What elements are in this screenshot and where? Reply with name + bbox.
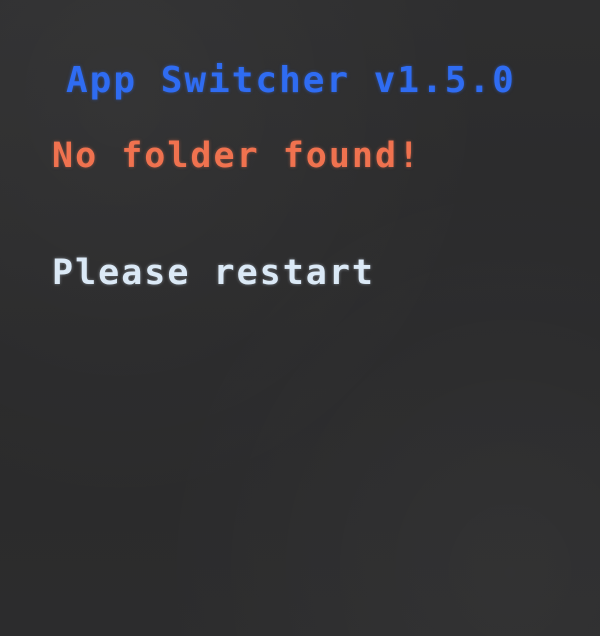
- restart-instruction: Please restart: [52, 253, 376, 293]
- error-message: No folder found!: [52, 136, 422, 176]
- device-screen: App Switcher v1.5.0 No folder found! Ple…: [0, 0, 600, 636]
- app-title: App Switcher v1.5.0: [66, 60, 516, 101]
